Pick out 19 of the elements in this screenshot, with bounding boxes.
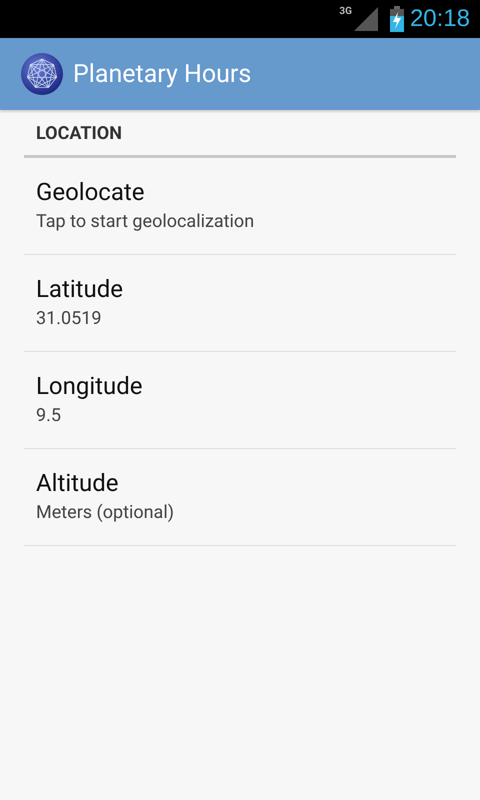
app-title: Planetary Hours: [73, 60, 252, 88]
preference-item[interactable]: Latitude 31.0519: [24, 255, 456, 351]
category-header: LOCATION: [36, 123, 122, 144]
signal-icon: [354, 7, 378, 31]
battery-icon: [390, 6, 404, 32]
preference-item[interactable]: Longitude 9.5: [24, 352, 456, 448]
network-type: 3G: [339, 6, 352, 17]
clock-time: 20:18: [410, 5, 470, 33]
preference-item[interactable]: Altitude Meters (optional): [24, 449, 456, 545]
preference-title: Geolocate: [36, 177, 146, 207]
preference-summary: 31.0519: [36, 307, 102, 331]
preference-title: Altitude: [36, 468, 120, 498]
preference-title: Longitude: [36, 371, 144, 401]
app-logo-icon: [20, 52, 64, 96]
preference-summary: Tap to start geolocalization: [36, 210, 256, 234]
preference-title: Latitude: [36, 274, 124, 304]
preference-item[interactable]: Geolocate Tap to start geolocalization: [24, 158, 456, 254]
preference-summary: 9.5: [36, 404, 62, 428]
preference-summary: Meters (optional): [36, 501, 175, 525]
